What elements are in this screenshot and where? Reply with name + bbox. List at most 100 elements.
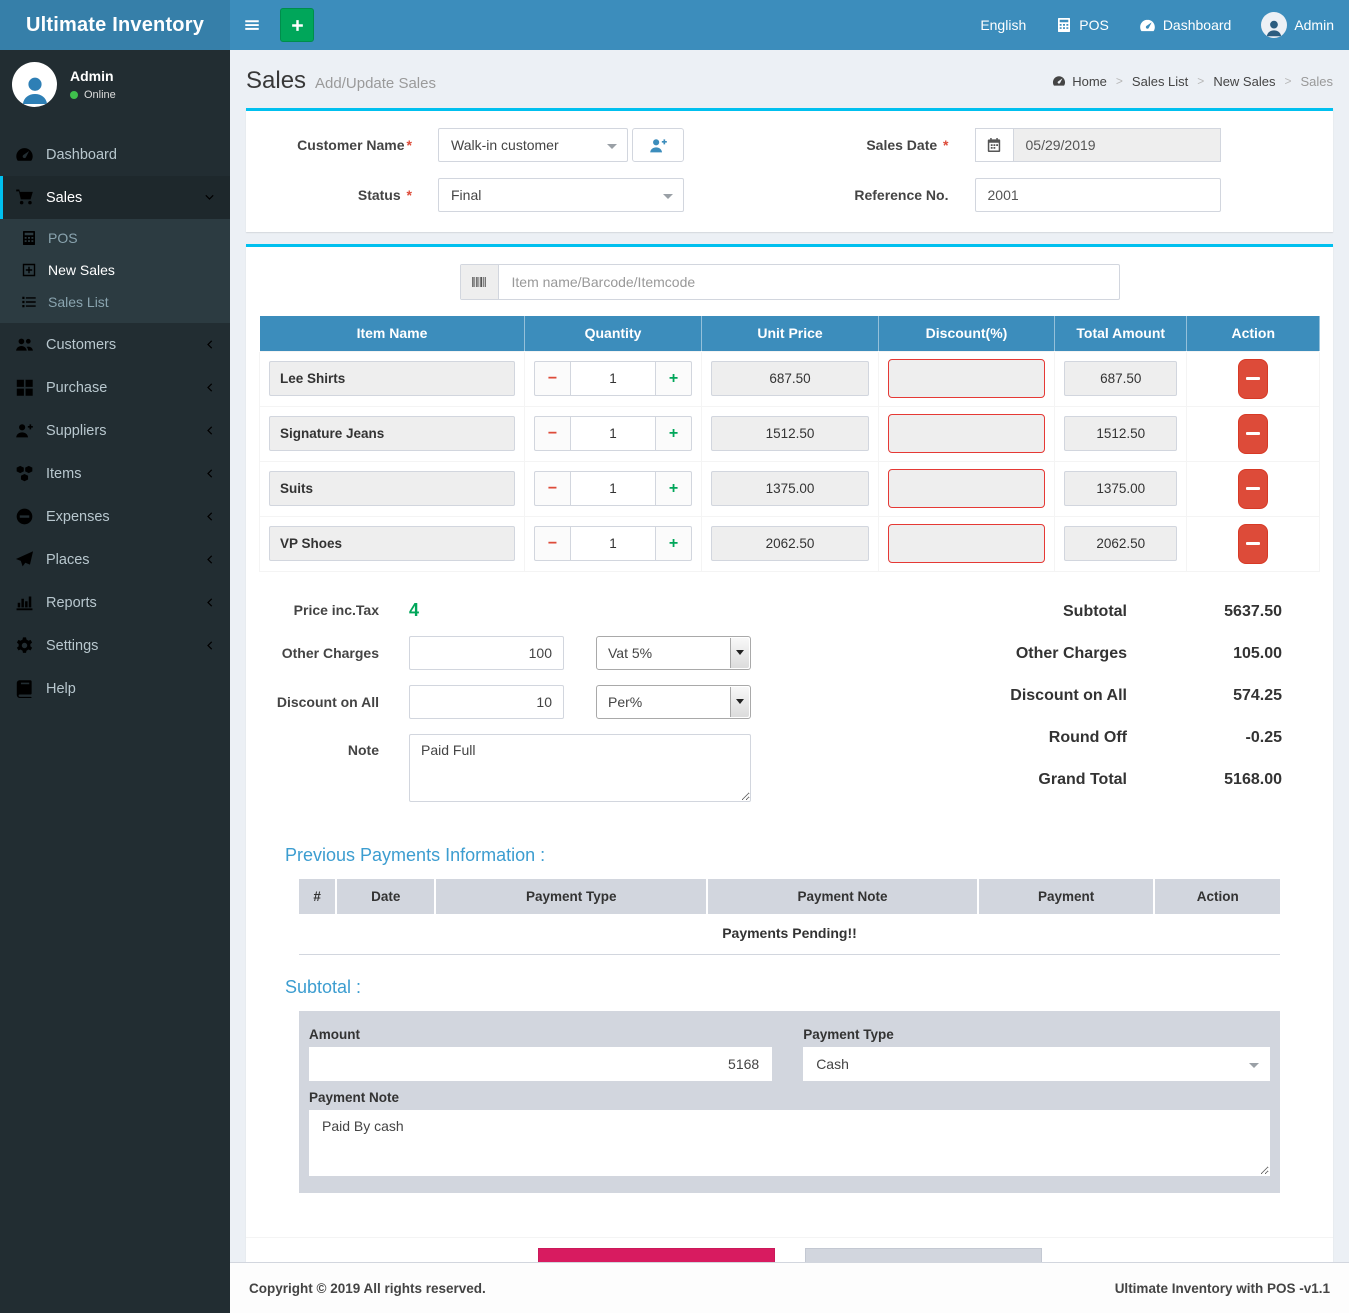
quantity-decrease-button[interactable]: − [534,471,571,506]
sidebar-item-sales[interactable]: Sales [0,176,230,219]
language-menu[interactable]: English [965,12,1041,38]
quantity-decrease-button[interactable]: − [534,361,571,396]
pos-link[interactable]: POS [1041,12,1124,38]
round-off-value: -0.25 [1127,729,1282,747]
total-amount-input[interactable] [1064,361,1178,396]
page-subtitle: Add/Update Sales [315,75,436,92]
reference-input[interactable] [975,178,1221,212]
breadcrumb-home[interactable]: Home [1052,74,1107,89]
breadcrumb-label: Sales [1300,74,1333,89]
subtotal-value: 5637.50 [1127,603,1282,621]
total-amount-input[interactable] [1064,526,1178,561]
sidebar-item-help[interactable]: Help [0,667,230,710]
quick-add-button[interactable] [280,8,314,42]
sidebar-item-items[interactable]: Items [0,452,230,495]
customer-name-select[interactable]: Walk-in customer [438,128,628,162]
payment-note-textarea[interactable]: Paid By cash [309,1110,1270,1176]
avatar [1261,12,1287,38]
sidebar-item-settings[interactable]: Settings [0,624,230,667]
item-name-input[interactable] [269,471,515,506]
total-amount-input[interactable] [1064,416,1178,451]
sale-items-panel: Item Name Quantity Unit Price Discount(%… [246,244,1333,1262]
breadcrumb-sales-list[interactable]: Sales List [1107,74,1188,89]
item-search-input[interactable] [499,265,1119,299]
remove-item-button[interactable] [1238,524,1268,564]
sidebar-item-customers[interactable]: Customers [0,323,230,366]
price-inc-tax-check[interactable]: 4 [409,600,419,621]
calculator-icon [21,230,37,246]
sales-date-input[interactable] [1013,128,1221,162]
quantity-input[interactable] [571,361,655,396]
dashboard-link[interactable]: Dashboard [1124,12,1247,38]
quantity-increase-button[interactable]: + [655,416,692,451]
col-discount: Discount(%) [879,316,1055,351]
unit-price-input[interactable] [711,526,869,561]
item-name-input[interactable] [269,416,515,451]
amount-input[interactable] [309,1047,772,1081]
discount-on-all-input[interactable] [409,685,564,719]
remove-item-button[interactable] [1238,469,1268,509]
discount-input[interactable] [888,414,1045,453]
close-button[interactable]: Close [805,1248,1042,1263]
other-charges-input[interactable] [409,636,564,670]
remove-item-button[interactable] [1238,414,1268,454]
sidebar-item-label: Items [46,466,81,482]
sidebar-item-places[interactable]: Places [0,538,230,581]
chevron-left-icon [203,553,216,566]
sidebar-user-status[interactable]: Online [70,89,116,101]
quantity-increase-button[interactable]: + [655,361,692,396]
col-action: Action [1187,316,1320,351]
quantity-input[interactable] [571,526,655,561]
calendar-addon[interactable] [975,128,1013,162]
app-logo[interactable]: Ultimate Inventory [0,0,230,50]
other-charges-type-select[interactable]: Vat 5% [596,636,751,670]
items-table-body: − + − + [260,351,1320,571]
user-plus-icon [649,136,668,155]
unit-price-input[interactable] [711,361,869,396]
discount-input[interactable] [888,524,1045,563]
unit-price-input[interactable] [711,471,869,506]
sidebar-item-suppliers[interactable]: Suppliers [0,409,230,452]
unit-price-input[interactable] [711,416,869,451]
quantity-increase-button[interactable]: + [655,471,692,506]
sidebar-item-new-sales[interactable]: New Sales [0,254,230,286]
other-charges-total-row: Other Charges105.00 [921,645,1282,663]
note-textarea[interactable]: Paid Full [409,734,751,802]
discount-type-select[interactable]: Per% [596,685,751,719]
sidebar-item-reports[interactable]: Reports [0,581,230,624]
discount-input[interactable] [888,359,1045,398]
chevron-left-icon [203,639,216,652]
item-name-input[interactable] [269,361,515,396]
sidebar-item-label: Customers [46,337,116,353]
previous-payments-heading: Previous Payments Information : [285,845,1294,866]
discount-input[interactable] [888,469,1045,508]
quantity-input[interactable] [571,471,655,506]
quantity-decrease-button[interactable]: − [534,416,571,451]
status-row: Status * Final [268,178,775,212]
sidebar-item-sales-list[interactable]: Sales List [0,286,230,318]
sidebar-item-label: Reports [46,595,97,611]
sidebar-toggle-button[interactable] [230,0,274,50]
payments-empty-message: Payments Pending!! [299,914,1280,955]
quantity-increase-button[interactable]: + [655,526,692,561]
status-select[interactable]: Final [438,178,684,212]
chevron-down-icon [607,144,617,149]
user-menu[interactable]: Admin [1246,12,1349,38]
sidebar-item-pos[interactable]: POS [0,222,230,254]
save-button[interactable]: Save [538,1248,775,1263]
sidebar-item-dashboard[interactable]: Dashboard [0,133,230,176]
sales-date-group [975,128,1221,162]
quantity-decrease-button[interactable]: − [534,526,571,561]
remove-item-button[interactable] [1238,359,1268,399]
tachometer-icon [1139,17,1156,34]
breadcrumb-new-sales[interactable]: New Sales [1188,74,1275,89]
quantity-input[interactable] [571,416,655,451]
total-amount-input[interactable] [1064,471,1178,506]
sidebar-item-label: Suppliers [46,423,106,439]
chevron-down-icon [730,687,749,717]
sidebar-item-expenses[interactable]: Expenses [0,495,230,538]
payment-type-select[interactable]: Cash [803,1047,1270,1081]
sidebar-item-purchase[interactable]: Purchase [0,366,230,409]
add-customer-button[interactable] [632,128,684,162]
item-name-input[interactable] [269,526,515,561]
